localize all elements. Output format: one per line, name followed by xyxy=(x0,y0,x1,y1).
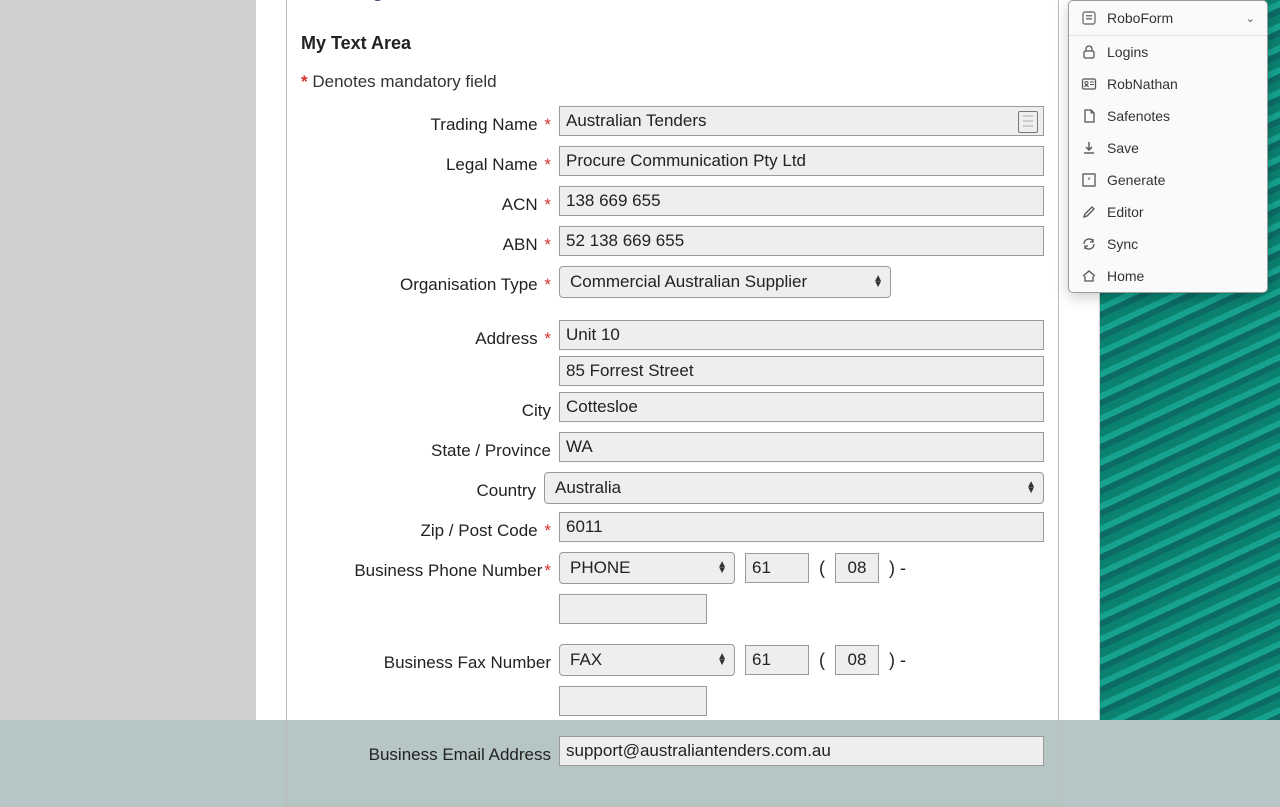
chevron-down-icon: ⌄ xyxy=(1246,12,1255,25)
mandatory-note: * Denotes mandatory field xyxy=(301,72,1044,92)
roboform-panel[interactable]: RoboForm ⌄ Logins RobNathan Safenotes Save *… xyxy=(1068,0,1268,293)
label-org-type: Organisation Type * xyxy=(301,266,559,300)
address-line2-input[interactable] xyxy=(559,356,1044,386)
pencil-icon xyxy=(1081,204,1097,220)
home-icon xyxy=(1081,268,1097,284)
sync-icon xyxy=(1081,236,1097,252)
download-icon xyxy=(1081,140,1097,156)
paren-close: ) - xyxy=(889,558,906,579)
phone-type-value: PHONE xyxy=(559,552,735,584)
postcode-input[interactable] xyxy=(559,512,1044,542)
paren-close: ) - xyxy=(889,650,906,671)
roboform-item-label: Sync xyxy=(1107,236,1138,252)
city-input[interactable] xyxy=(559,392,1044,422)
org-type-value: Commercial Australian Supplier xyxy=(559,266,891,298)
abn-input[interactable] xyxy=(559,226,1044,256)
org-type-select[interactable]: Commercial Australian Supplier ▲▼ xyxy=(559,266,891,298)
label-postcode: Zip / Post Code * xyxy=(301,512,559,546)
roboform-item-label: Safenotes xyxy=(1107,108,1170,124)
label-country: Country xyxy=(301,472,544,506)
roboform-item-sync[interactable]: Sync xyxy=(1069,228,1267,260)
trading-name-input[interactable] xyxy=(559,106,1044,136)
paren-open: ( xyxy=(819,650,825,671)
acn-input[interactable] xyxy=(559,186,1044,216)
country-select[interactable]: Australia ▲▼ xyxy=(544,472,1044,504)
phone-number-input[interactable] xyxy=(559,594,707,624)
roboform-item-logins[interactable]: Logins xyxy=(1069,36,1267,68)
label-city: City xyxy=(301,392,559,426)
roboform-item-generate[interactable]: * Generate xyxy=(1069,164,1267,196)
fieldset-legend: Trading Information xyxy=(307,0,501,3)
address-line1-input[interactable] xyxy=(559,320,1044,350)
label-trading-name: Trading Name * xyxy=(301,106,559,140)
roboform-item-label: Generate xyxy=(1107,172,1165,188)
phone-area-input[interactable] xyxy=(835,553,879,583)
roboform-item-safenotes[interactable]: Safenotes xyxy=(1069,100,1267,132)
phone-type-select[interactable]: PHONE ▲▼ xyxy=(559,552,735,584)
fax-number-input[interactable] xyxy=(559,686,707,716)
label-address: Address * xyxy=(301,320,559,354)
label-fax: Business Fax Number xyxy=(301,644,559,678)
label-acn: ACN * xyxy=(301,186,559,220)
label-abn: ABN * xyxy=(301,226,559,260)
roboform-item-label: Save xyxy=(1107,140,1139,156)
roboform-item-home[interactable]: Home xyxy=(1069,260,1267,292)
state-input[interactable] xyxy=(559,432,1044,462)
roboform-item-label: Logins xyxy=(1107,44,1148,60)
roboform-header[interactable]: RoboForm ⌄ xyxy=(1069,1,1267,36)
roboform-item-editor[interactable]: Editor xyxy=(1069,196,1267,228)
fax-type-select[interactable]: FAX ▲▼ xyxy=(559,644,735,676)
email-input[interactable] xyxy=(559,736,1044,766)
idcard-icon xyxy=(1081,76,1097,92)
fax-cc-input[interactable] xyxy=(745,645,809,675)
form-card: Trading Information My Text Area * Denot… xyxy=(255,0,1100,720)
roboform-item-label: Home xyxy=(1107,268,1144,284)
mandatory-note-text: Denotes mandatory field xyxy=(312,72,496,91)
roboform-title: RoboForm xyxy=(1107,10,1173,26)
left-gutter xyxy=(0,0,255,720)
phone-cc-input[interactable] xyxy=(745,553,809,583)
country-value: Australia xyxy=(544,472,1044,504)
svg-text:*: * xyxy=(1087,176,1090,185)
mandatory-star: * xyxy=(301,72,312,91)
fax-type-value: FAX xyxy=(559,644,735,676)
roboform-item-label: Editor xyxy=(1107,204,1144,220)
legal-name-input[interactable] xyxy=(559,146,1044,176)
trading-information-fieldset: Trading Information My Text Area * Denot… xyxy=(286,0,1059,807)
paren-open: ( xyxy=(819,558,825,579)
label-phone: Business Phone Number* xyxy=(301,552,559,586)
fax-area-input[interactable] xyxy=(835,645,879,675)
label-state: State / Province xyxy=(301,432,559,466)
roboform-item-robnathan[interactable]: RobNathan xyxy=(1069,68,1267,100)
generate-icon: * xyxy=(1081,172,1097,188)
label-email: Business Email Address xyxy=(301,736,559,770)
lock-icon xyxy=(1081,44,1097,60)
label-legal-name: Legal Name * xyxy=(301,146,559,180)
section-title: My Text Area xyxy=(301,33,1044,54)
roboform-logo-icon xyxy=(1081,10,1097,26)
note-icon xyxy=(1081,108,1097,124)
contact-card-icon[interactable] xyxy=(1018,111,1038,133)
roboform-item-save[interactable]: Save xyxy=(1069,132,1267,164)
roboform-item-label: RobNathan xyxy=(1107,76,1178,92)
